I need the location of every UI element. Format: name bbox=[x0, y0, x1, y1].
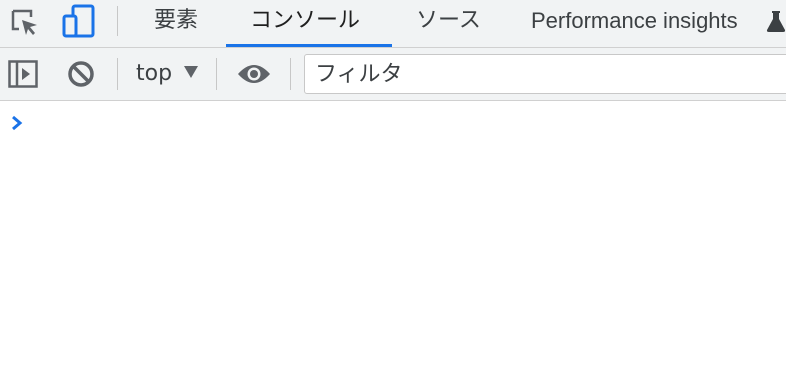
tab-elements[interactable]: 要素 bbox=[154, 0, 198, 47]
toolbar-separator bbox=[290, 58, 291, 90]
filter-input[interactable] bbox=[304, 54, 786, 94]
tab-sources[interactable]: ソース bbox=[416, 0, 481, 47]
console-prompt-icon bbox=[10, 115, 24, 135]
tab-console[interactable]: コンソール bbox=[250, 0, 360, 47]
console-toolbar: top bbox=[0, 48, 786, 101]
eye-icon[interactable] bbox=[237, 62, 271, 90]
tab-performance-insights[interactable]: Performance insights bbox=[531, 0, 738, 47]
inspect-element-icon[interactable] bbox=[10, 8, 40, 42]
device-toolbar-icon[interactable] bbox=[62, 4, 96, 42]
flask-icon bbox=[766, 9, 786, 37]
tabbar-separator bbox=[117, 6, 118, 36]
sidebar-toggle-icon[interactable] bbox=[8, 60, 38, 92]
console-area[interactable] bbox=[0, 101, 786, 378]
clear-console-icon[interactable] bbox=[67, 60, 95, 92]
context-dropdown-arrow-icon[interactable] bbox=[184, 66, 198, 78]
context-selector-label[interactable]: top bbox=[136, 48, 172, 100]
devtools-tabbar: 要素 コンソール ソース Performance insights bbox=[0, 0, 786, 48]
toolbar-separator bbox=[117, 58, 118, 90]
active-tab-indicator bbox=[226, 44, 392, 47]
toolbar-separator bbox=[216, 58, 217, 90]
